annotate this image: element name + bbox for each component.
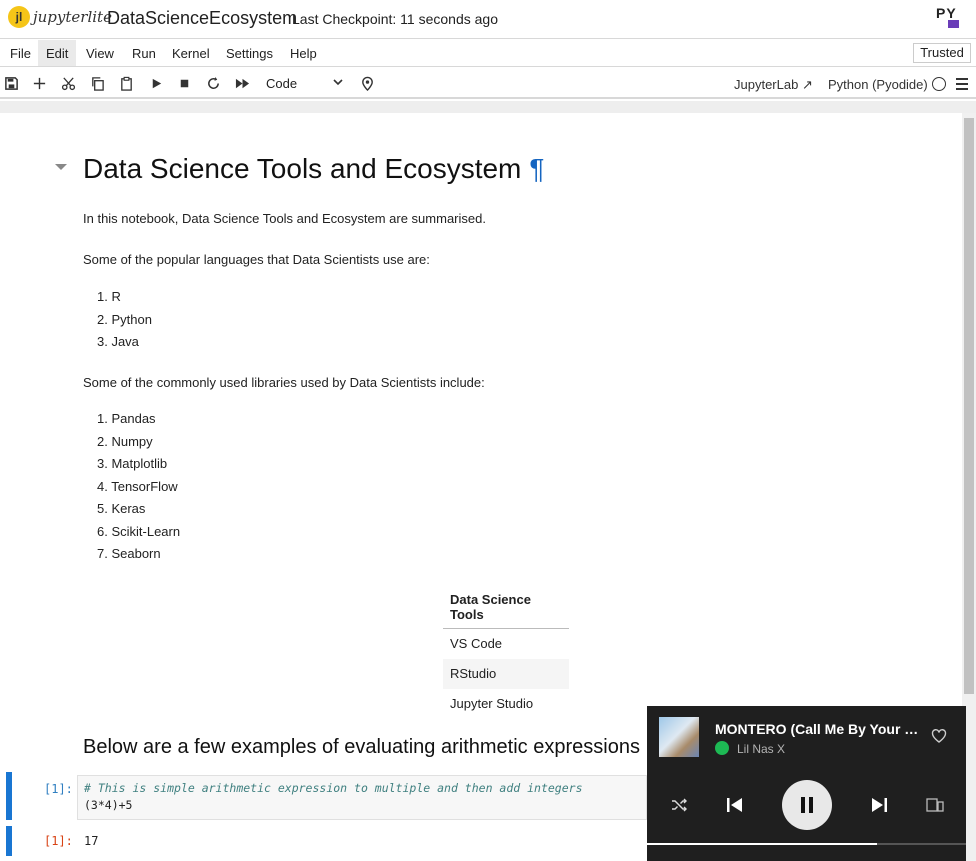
progress-fill	[647, 843, 877, 845]
menu-icon[interactable]	[956, 78, 968, 93]
pyodide-logo: PY	[936, 5, 957, 21]
checkpoint-status: Last Checkpoint: 11 seconds ago	[292, 11, 498, 27]
list-item: 1. Pandas	[97, 411, 156, 426]
jupyter-logo-icon: jl	[8, 6, 30, 28]
save-icon[interactable]	[3, 75, 19, 91]
cell-type-select[interactable]: Code	[266, 76, 297, 91]
logo-text: jupyterlite	[33, 8, 112, 26]
cut-icon[interactable]	[60, 75, 76, 91]
menu-run[interactable]: Run	[132, 46, 156, 61]
menu-settings[interactable]: Settings	[226, 46, 273, 61]
pyodide-badge-icon	[948, 20, 959, 28]
scrollbar-thumb[interactable]	[964, 118, 974, 694]
table-row: RStudio	[443, 658, 569, 689]
menu-edit[interactable]: Edit	[38, 40, 77, 66]
menu-bar: File Edit View Run Kernel Settings Help …	[0, 38, 976, 67]
chevron-down-icon[interactable]	[332, 75, 344, 94]
tools-table: Data Science Tools VS Code RStudio Jupyt…	[443, 589, 569, 719]
list-item: 1. R	[97, 289, 121, 304]
jupyterlab-link[interactable]: JupyterLab ↗	[734, 77, 813, 93]
cell-output: 17	[84, 834, 99, 848]
menu-file[interactable]: File	[10, 46, 31, 61]
libraries-list: 1. Pandas 2. Numpy 3. Matplotlib 4. Tens…	[97, 408, 180, 566]
code-expression: (3*4)+5	[84, 798, 133, 812]
table-header: Data Science Tools	[443, 589, 569, 629]
anchor-link[interactable]: ¶	[529, 153, 544, 184]
trusted-indicator[interactable]: Trusted	[913, 43, 971, 63]
artist-name[interactable]: Lil Nas X	[737, 742, 785, 756]
kernel-status-icon	[932, 77, 946, 91]
song-title[interactable]: MONTERO (Call Me By Your Name)	[715, 721, 925, 737]
code-comment: # This is simple arithmetic expression t…	[84, 781, 583, 795]
notebook-title: Data Science Tools and Ecosystem ¶	[83, 153, 545, 184]
menu-help[interactable]: Help	[290, 46, 317, 61]
restart-icon[interactable]	[205, 75, 221, 91]
notebook-toolbar: Code JupyterLab ↗ Python (Pyodide)	[0, 68, 976, 99]
previous-track-icon[interactable]	[726, 797, 744, 818]
jupyterlite-logo[interactable]: jl jupyterlite	[8, 6, 112, 28]
menu-view[interactable]: View	[86, 46, 114, 61]
list-item: 6. Scikit-Learn	[97, 523, 181, 539]
menu-kernel[interactable]: Kernel	[172, 46, 210, 61]
top-bar: jl jupyterlite DataScienceEcosystem Last…	[0, 0, 976, 38]
table-row: VS Code	[450, 636, 503, 652]
table-row: Jupyter Studio	[450, 696, 534, 711]
list-item: 3. Matplotlib	[97, 456, 168, 471]
list-item: 7. Seaborn	[97, 546, 161, 561]
copy-icon[interactable]	[89, 75, 105, 91]
spotify-icon	[715, 741, 729, 755]
arithmetic-heading: Below are a few examples of evaluating a…	[83, 736, 640, 758]
heart-icon[interactable]	[931, 728, 947, 749]
cell-selection-bar[interactable]	[6, 772, 12, 820]
languages-intro: Some of the popular languages that Data …	[83, 252, 430, 267]
libraries-intro: Some of the commonly used libraries used…	[83, 375, 485, 390]
list-item: 3. Java	[97, 334, 139, 349]
collapse-heading-icon[interactable]	[55, 164, 67, 170]
list-item: 5. Keras	[97, 501, 146, 516]
intro-text: In this notebook, Data Science Tools and…	[83, 211, 486, 226]
fast-forward-icon[interactable]	[234, 75, 250, 91]
notebook-name[interactable]: DataScienceEcosystem	[107, 8, 297, 29]
next-track-icon[interactable]	[870, 797, 888, 818]
stop-icon[interactable]	[176, 75, 192, 91]
add-icon[interactable]	[31, 75, 47, 91]
run-icon[interactable]	[148, 75, 164, 91]
external-link-icon: ↗	[801, 77, 813, 92]
devices-icon[interactable]	[926, 797, 944, 818]
list-item: 2. Python	[97, 311, 152, 327]
paste-icon[interactable]	[118, 75, 134, 91]
output-prompt: [1]:	[44, 834, 73, 848]
kernel-name[interactable]: Python (Pyodide)	[828, 77, 928, 92]
pause-icon	[801, 797, 813, 813]
list-item: 4. TensorFlow	[97, 478, 178, 494]
pause-button[interactable]	[782, 780, 832, 830]
shuffle-icon[interactable]	[671, 797, 687, 818]
output-selection-bar[interactable]	[6, 826, 12, 856]
album-art[interactable]	[659, 717, 699, 757]
notebook-top-gutter	[0, 101, 976, 113]
languages-list: 1. R 2. Python 3. Java	[97, 286, 152, 354]
input-prompt: [1]:	[44, 782, 73, 796]
location-pin-icon[interactable]	[359, 75, 375, 91]
list-item: 2. Numpy	[97, 433, 153, 449]
